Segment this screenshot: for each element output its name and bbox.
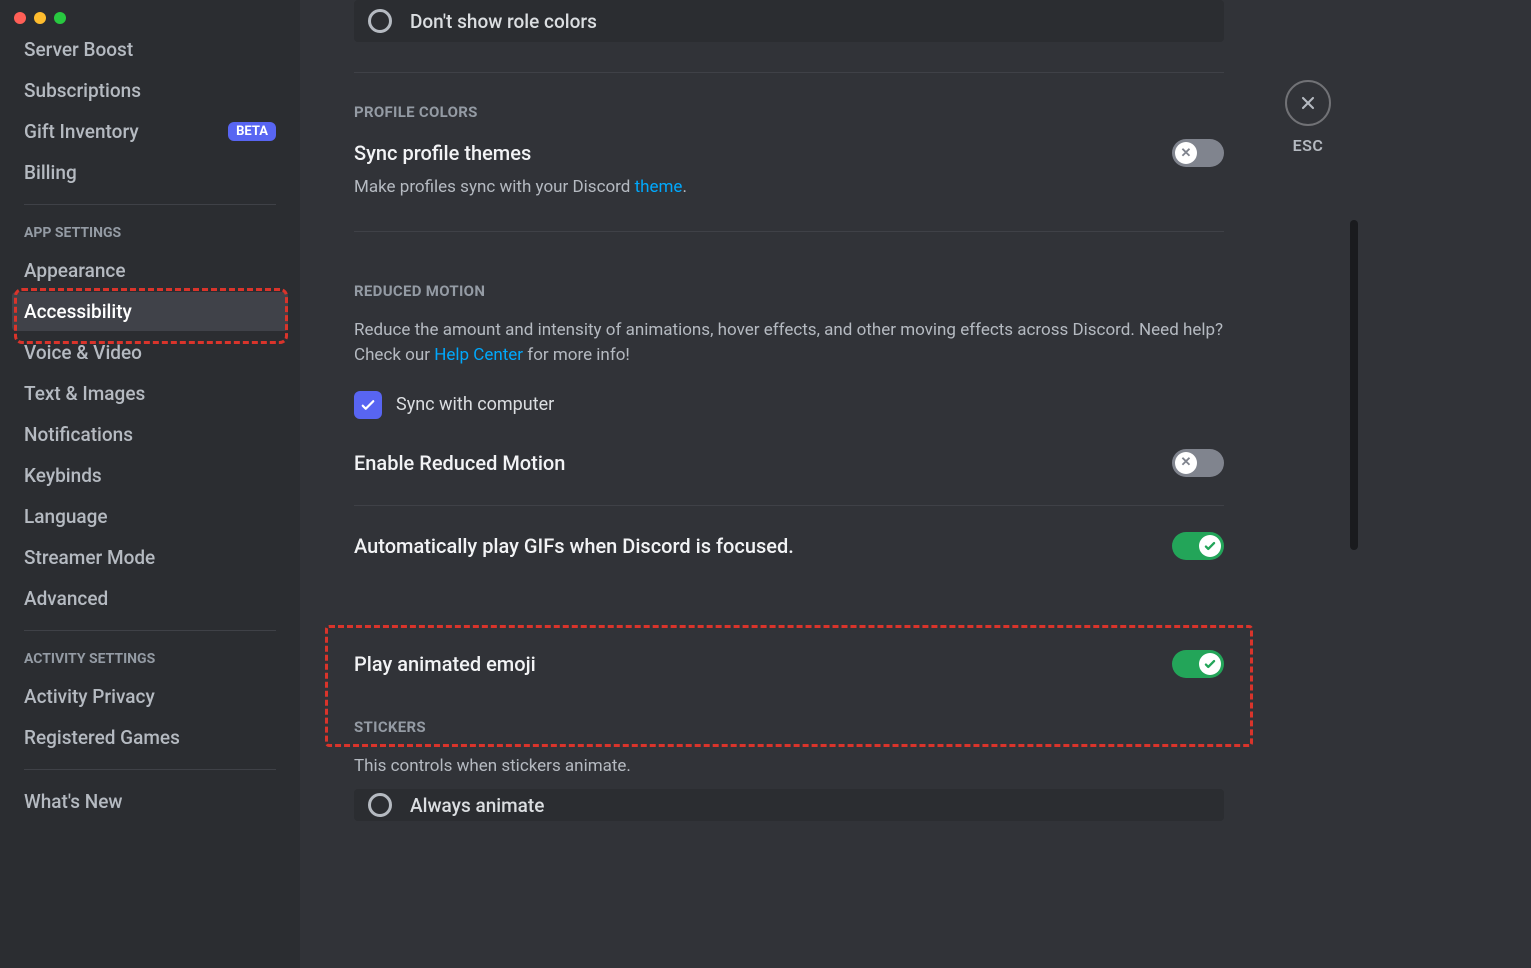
setting-auto-play-gifs: Automatically play GIFs when Discord is …: [354, 532, 1224, 560]
close-pane: ESC: [1285, 80, 1331, 155]
sidebar-item-label: What's New: [24, 790, 123, 813]
sidebar-item-advanced[interactable]: Advanced: [12, 579, 288, 618]
desc-text: for more info!: [523, 345, 630, 365]
sidebar-item-voice-video[interactable]: Voice & Video: [12, 333, 288, 372]
sidebar-item-server-boost[interactable]: Server Boost: [12, 30, 288, 69]
sidebar-item-label: Subscriptions: [24, 79, 141, 102]
toggle-play-animated-emoji[interactable]: [1172, 650, 1224, 678]
setting-description: This controls when stickers animate.: [354, 754, 1224, 780]
beta-badge: BETA: [228, 122, 276, 141]
checkbox-label: Sync with computer: [396, 394, 554, 415]
setting-description: Make profiles sync with your Discord the…: [354, 175, 1224, 201]
window-controls: [14, 12, 66, 24]
sidebar-item-activity-privacy[interactable]: Activity Privacy: [12, 677, 288, 716]
setting-sync-profile-themes: Sync profile themes ✕: [354, 139, 1224, 167]
divider: [24, 769, 276, 770]
sidebar-item-label: Advanced: [24, 587, 108, 610]
setting-title: Automatically play GIFs when Discord is …: [354, 534, 794, 558]
radio-option-always-animate[interactable]: Always animate: [354, 789, 1224, 821]
section-title-profile-colors: PROFILE COLORS: [354, 103, 1224, 121]
radio-label: Don't show role colors: [410, 10, 597, 33]
settings-sidebar: Server Boost Subscriptions Gift Inventor…: [0, 0, 300, 968]
setting-enable-reduced-motion: Enable Reduced Motion ✕: [354, 449, 1224, 477]
divider: [354, 505, 1224, 506]
sidebar-item-label: Keybinds: [24, 464, 102, 487]
check-icon: [1199, 535, 1221, 557]
sidebar-item-label: Server Boost: [24, 38, 133, 61]
traffic-light-minimize[interactable]: [34, 12, 46, 24]
sidebar-item-language[interactable]: Language: [12, 497, 288, 536]
divider: [354, 72, 1224, 73]
sidebar-item-whats-new[interactable]: What's New: [12, 782, 288, 821]
sidebar-item-notifications[interactable]: Notifications: [12, 415, 288, 454]
radio-unchecked-icon: [368, 793, 392, 817]
section-title-stickers: STICKERS: [354, 718, 1224, 736]
radio-unchecked-icon: [368, 9, 392, 33]
sidebar-item-appearance[interactable]: Appearance: [12, 251, 288, 290]
sidebar-item-streamer-mode[interactable]: Streamer Mode: [12, 538, 288, 577]
desc-text: Make profiles sync with your Discord: [354, 177, 635, 197]
sidebar-item-label: Registered Games: [24, 726, 180, 749]
sidebar-item-label: Text & Images: [24, 382, 145, 405]
setting-title: Play animated emoji: [354, 652, 536, 676]
scrollbar-track[interactable]: [1350, 0, 1358, 968]
radio-option-dont-show-role-colors[interactable]: Don't show role colors: [354, 0, 1224, 42]
setting-title: Enable Reduced Motion: [354, 451, 565, 475]
setting-title: Sync profile themes: [354, 141, 531, 165]
sidebar-item-subscriptions[interactable]: Subscriptions: [12, 71, 288, 110]
scrollbar-thumb[interactable]: [1350, 220, 1358, 550]
sidebar-item-label: Appearance: [24, 259, 126, 282]
radio-label: Always animate: [410, 794, 544, 817]
sidebar-item-label: Billing: [24, 161, 77, 184]
sidebar-item-accessibility[interactable]: Accessibility: [12, 292, 288, 331]
divider: [24, 204, 276, 205]
traffic-light-maximize[interactable]: [54, 12, 66, 24]
toggle-auto-play-gifs[interactable]: [1172, 532, 1224, 560]
sidebar-item-registered-games[interactable]: Registered Games: [12, 718, 288, 757]
sidebar-item-gift-inventory[interactable]: Gift Inventory BETA: [12, 112, 288, 151]
x-icon: ✕: [1175, 452, 1197, 474]
setting-play-animated-emoji: Play animated emoji: [354, 650, 1224, 678]
section-title-reduced-motion: REDUCED MOTION: [354, 282, 1224, 300]
sidebar-item-label: Gift Inventory: [24, 120, 139, 143]
checkbox-checked-icon: [354, 391, 382, 419]
sidebar-item-text-images[interactable]: Text & Images: [12, 374, 288, 413]
divider: [24, 630, 276, 631]
sidebar-item-label: Voice & Video: [24, 341, 142, 364]
setting-description: Reduce the amount and intensity of anima…: [354, 318, 1224, 369]
toggle-sync-profile-themes[interactable]: ✕: [1172, 139, 1224, 167]
close-label: ESC: [1293, 136, 1324, 155]
sidebar-item-label: Accessibility: [24, 300, 132, 323]
help-center-link[interactable]: Help Center: [434, 345, 523, 365]
divider: [354, 231, 1224, 232]
section-header-app-settings: APP SETTINGS: [12, 217, 288, 249]
theme-link[interactable]: theme: [635, 177, 683, 197]
sidebar-item-label: Language: [24, 505, 108, 528]
check-icon: [1199, 653, 1221, 675]
section-header-activity-settings: ACTIVITY SETTINGS: [12, 643, 288, 675]
sidebar-item-billing[interactable]: Billing: [12, 153, 288, 192]
sidebar-item-label: Activity Privacy: [24, 685, 155, 708]
settings-main: Don't show role colors PROFILE COLORS Sy…: [300, 0, 1531, 968]
toggle-enable-reduced-motion[interactable]: ✕: [1172, 449, 1224, 477]
sidebar-item-keybinds[interactable]: Keybinds: [12, 456, 288, 495]
traffic-light-close[interactable]: [14, 12, 26, 24]
close-button[interactable]: [1285, 80, 1331, 126]
close-icon: [1298, 93, 1318, 113]
sidebar-item-label: Streamer Mode: [24, 546, 155, 569]
sidebar-item-label: Notifications: [24, 423, 133, 446]
x-icon: ✕: [1175, 142, 1197, 164]
checkbox-sync-with-computer[interactable]: Sync with computer: [354, 391, 1224, 419]
desc-text: .: [682, 177, 686, 197]
